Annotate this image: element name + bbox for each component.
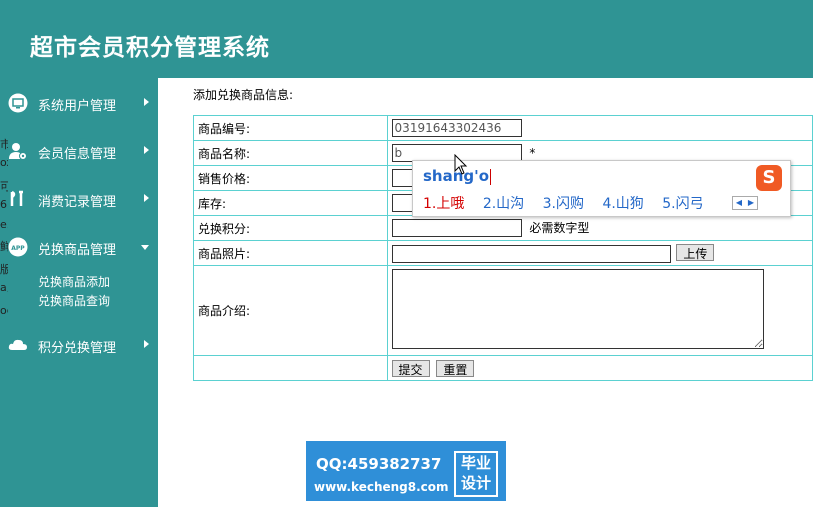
field-label: 库存:: [193, 190, 388, 216]
sidebar-item-label: 系统用户管理: [38, 99, 117, 114]
numeric-hint: 必需数字型: [529, 221, 590, 235]
goods-intro-textarea[interactable]: [391, 269, 764, 349]
form-row-points: 兑换积分: 必需数字型: [193, 215, 813, 241]
field-label: 商品名称:: [193, 140, 388, 166]
watermark-badge: 毕业 设计: [454, 451, 498, 497]
form-row-actions: 提交 重置: [193, 355, 813, 381]
chevron-right-icon: [144, 98, 149, 106]
edge-text: 版: [0, 263, 8, 276]
badge-line: 毕业: [460, 454, 491, 472]
ime-candidate[interactable]: 3.闪购: [543, 196, 584, 212]
form-title: 添加兑换商品信息:: [193, 88, 294, 102]
sidebar-subitem-add-goods[interactable]: 兑换商品添加: [38, 273, 110, 290]
sidebar-item-exchange-goods[interactable]: APP 兑换商品管理: [0, 232, 158, 262]
ime-next-page-icon[interactable]: ▶: [745, 197, 757, 209]
ime-candidate[interactable]: 5.闪弓: [662, 196, 703, 212]
watermark-banner: QQ:459382737 www.kecheng8.com 毕业 设计: [306, 441, 506, 501]
sidebar-item-member-info[interactable]: 会员信息管理: [0, 136, 158, 166]
form-row-intro: 商品介绍:: [193, 265, 813, 356]
field-label: 兑换积分:: [193, 215, 388, 241]
ime-prev-page-icon[interactable]: ◀: [733, 197, 745, 209]
chevron-right-icon: [144, 194, 149, 202]
sidebar-item-system-users[interactable]: 系统用户管理: [0, 88, 158, 118]
chevron-right-icon: [144, 340, 149, 348]
ime-candidates: 1.上哦 2.山沟 3.闪购 4.山狗 5.闪弓: [423, 193, 718, 213]
field-label: 商品介绍:: [193, 265, 388, 356]
badge-line: 设计: [460, 474, 491, 492]
field-label: 商品编号:: [193, 115, 388, 141]
edge-text: ox: [0, 156, 8, 169]
chevron-down-icon: [141, 245, 149, 250]
edge-text: a,: [0, 281, 8, 294]
users-gear-icon: [9, 143, 27, 160]
sidebar-item-label: 会员信息管理: [38, 147, 117, 162]
upload-button[interactable]: 上传: [676, 243, 715, 261]
cloud-icon: [8, 339, 28, 350]
ime-candidate[interactable]: 4.山狗: [602, 196, 643, 212]
ime-caret: [490, 168, 492, 185]
ime-candidate[interactable]: 2.山沟: [483, 196, 524, 212]
field-label: 商品照片:: [193, 240, 388, 266]
monitor-icon: [8, 93, 28, 113]
edge-text: 可: [0, 180, 8, 193]
ime-candidate-window: shang'o 1.上哦 2.山沟 3.闪购 4.山狗 5.闪弓 ◀ ▶ S: [412, 160, 791, 217]
watermark-qq: QQ:459382737: [316, 455, 442, 473]
app-icon: APP: [8, 237, 28, 257]
sidebar-subitem-query-goods[interactable]: 兑换商品查询: [38, 292, 110, 309]
submit-button[interactable]: 提交: [391, 359, 430, 377]
mouse-cursor-icon: [454, 154, 468, 175]
sidebar: 系统用户管理 会员信息管理 消费记录管理 APP 兑换商品管理 兑换商品添加 兑…: [0, 78, 158, 507]
edge-text: 市: [0, 138, 8, 151]
svg-text:APP: APP: [11, 245, 25, 252]
goods-code-input[interactable]: [391, 119, 522, 137]
photo-path-input[interactable]: [391, 244, 671, 263]
exchange-points-input[interactable]: [391, 219, 522, 237]
watermark-url: www.kecheng8.com: [314, 480, 449, 494]
chevron-right-icon: [144, 146, 149, 154]
edge-text: oc: [0, 304, 8, 317]
required-mark: *: [529, 146, 536, 160]
sidebar-item-consumption-records[interactable]: 消费记录管理: [0, 184, 158, 214]
background-window-edge: 市 ox 可 6 e. 鲜 版 a, oc: [0, 78, 8, 338]
form-row-code: 商品编号:: [193, 115, 813, 141]
ime-candidate[interactable]: 1.上哦: [423, 196, 464, 212]
edge-text: e.: [0, 218, 8, 231]
form-row-photo: 商品照片: 上传: [193, 240, 813, 266]
sidebar-item-label: 积分兑换管理: [38, 341, 117, 356]
app-header: 超市会员积分管理系统: [0, 0, 813, 78]
tools-icon: [10, 190, 23, 206]
sidebar-item-label: 消费记录管理: [38, 195, 117, 210]
sidebar-item-points-exchange[interactable]: 积分兑换管理: [0, 330, 158, 360]
edge-text: 鲜: [0, 240, 8, 253]
sogou-logo-icon: S: [756, 165, 782, 191]
edge-text: 6: [0, 198, 7, 211]
reset-button[interactable]: 重置: [436, 359, 475, 377]
add-goods-form: 商品编号: 商品名称: * 销售价格: 库存: 兑换积分: 必需数字型 商品照片…: [193, 115, 813, 381]
ime-pager: ◀ ▶: [732, 196, 758, 210]
app-title: 超市会员积分管理系统: [30, 34, 270, 61]
sidebar-item-label: 兑换商品管理: [38, 243, 117, 258]
field-label: 销售价格:: [193, 165, 388, 191]
